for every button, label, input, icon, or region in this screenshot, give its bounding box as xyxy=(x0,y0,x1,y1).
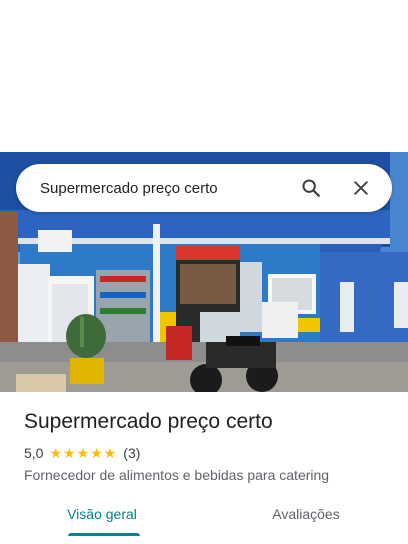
place-title: Supermercado preço certo xyxy=(24,410,273,433)
star-icon: ★ xyxy=(76,445,90,461)
search-icon[interactable] xyxy=(294,171,328,205)
review-count[interactable]: (3) xyxy=(123,444,140,462)
search-bar[interactable]: Supermercado preço certo xyxy=(16,164,392,212)
place-tabs: Visão geral Avaliações xyxy=(0,496,408,536)
star-icon: ★ xyxy=(90,445,103,461)
search-input[interactable]: Supermercado preço certo xyxy=(40,180,294,197)
tab-overview[interactable]: Visão geral xyxy=(0,496,204,536)
star-rating: ★ ★ ★ ★ ★ xyxy=(49,446,117,460)
rating-row[interactable]: 5,0 ★ ★ ★ ★ ★ (3) xyxy=(24,444,396,462)
place-info: Supermercado preço certo 5,0 ★ ★ ★ ★ ★ (… xyxy=(24,408,396,484)
star-icon: ★ xyxy=(63,445,76,461)
rating-value: 5,0 xyxy=(24,445,44,461)
star-icon: ★ xyxy=(49,445,63,461)
close-icon[interactable] xyxy=(344,171,378,205)
star-icon: ★ xyxy=(103,445,117,461)
tab-reviews-label: Avaliações xyxy=(272,506,340,522)
tab-overview-label: Visão geral xyxy=(67,506,137,522)
tab-reviews[interactable]: Avaliações xyxy=(204,496,408,536)
place-category: Fornecedor de alimentos e bebidas para c… xyxy=(24,467,330,483)
map-blank-area xyxy=(0,0,408,152)
